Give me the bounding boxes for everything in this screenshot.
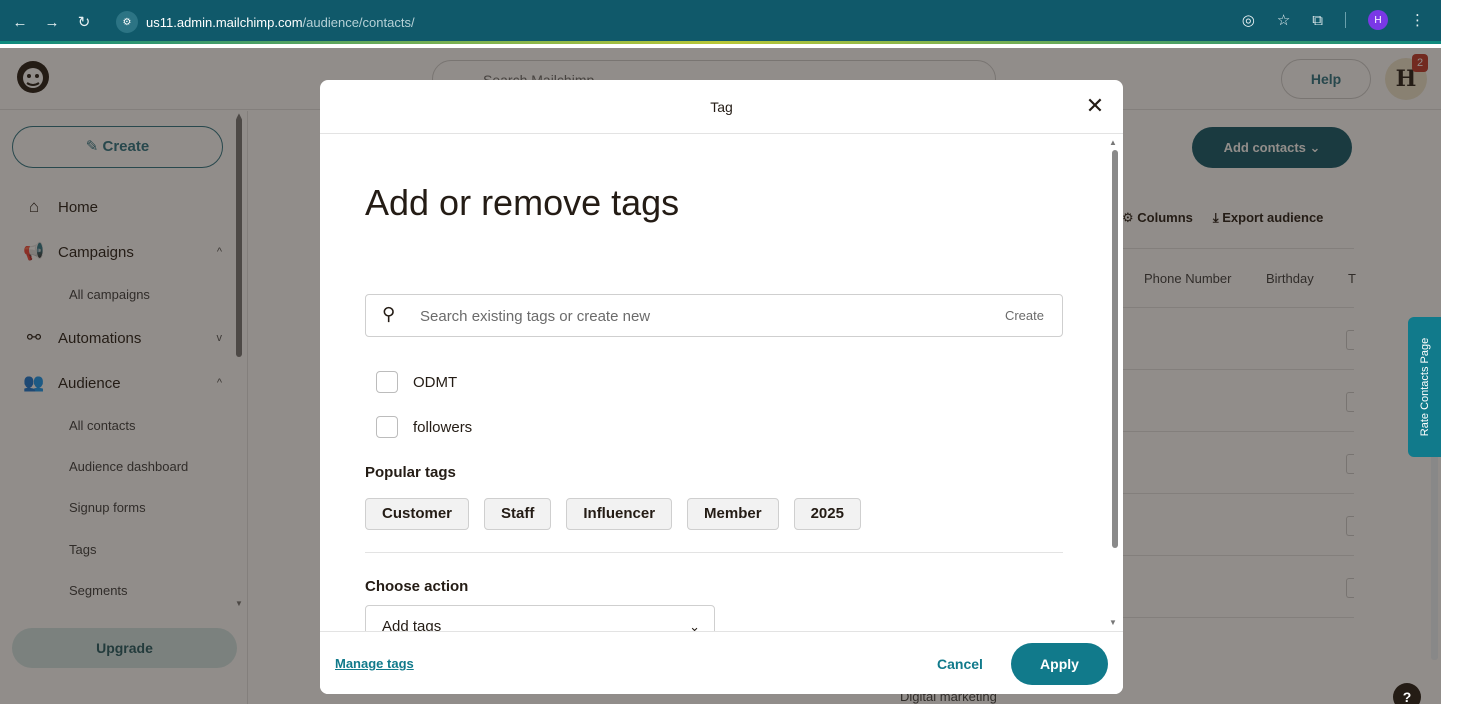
tag-chip[interactable]: Staff: [484, 498, 552, 530]
rate-contacts-page-tab[interactable]: Rate Contacts Page: [1408, 317, 1441, 457]
forward-icon[interactable]: →: [40, 14, 64, 31]
choose-action-label: Choose action: [365, 578, 469, 595]
modal-footer: Manage tags Cancel Apply: [320, 631, 1123, 694]
help-float-button[interactable]: ?: [1393, 683, 1421, 704]
tag-option-label: ODMT: [413, 373, 458, 391]
popular-tags-list: Customer Staff Influencer Member 2025: [365, 498, 861, 530]
tag-option[interactable]: ODMT: [376, 371, 457, 393]
address-bar[interactable]: ⚙ us11.admin.mailchimp.com/audience/cont…: [114, 8, 1304, 36]
create-tag-link[interactable]: Create: [1005, 308, 1044, 323]
tag-chip[interactable]: Influencer: [566, 498, 673, 530]
tag-chip[interactable]: Member: [687, 498, 779, 530]
section-divider: [365, 552, 1063, 553]
tag-option[interactable]: followers: [376, 416, 472, 438]
back-icon[interactable]: ←: [8, 14, 32, 31]
tag-search-field[interactable]: ⚲ Create: [365, 294, 1063, 337]
close-icon[interactable]: ✕: [1083, 94, 1107, 118]
scroll-up-arrow-icon[interactable]: ▲: [1109, 138, 1117, 147]
profile-avatar[interactable]: H: [1368, 10, 1388, 30]
extensions-icon[interactable]: ⧉: [1312, 12, 1323, 29]
checkbox[interactable]: [376, 416, 398, 438]
site-info-icon[interactable]: ⚙: [116, 11, 138, 33]
cancel-button[interactable]: Cancel: [937, 656, 983, 672]
right-gutter: [1441, 0, 1466, 704]
url-path: /audience/contacts/: [302, 14, 415, 30]
tag-modal: Tag ✕ Add or remove tags ⚲ Create ODMT f…: [320, 80, 1123, 694]
scroll-down-arrow-icon[interactable]: ▼: [1109, 618, 1117, 627]
tag-chip[interactable]: Customer: [365, 498, 470, 530]
rate-tab-label: Rate Contacts Page: [1418, 337, 1431, 437]
kebab-menu-icon[interactable]: ⋮: [1410, 11, 1425, 29]
apply-button[interactable]: Apply: [1011, 643, 1108, 685]
popular-tags-label: Popular tags: [365, 464, 456, 481]
eye-off-icon[interactable]: ◎: [1242, 11, 1255, 29]
search-icon: ⚲: [382, 304, 396, 324]
modal-header: Tag ✕: [320, 80, 1123, 134]
checkbox[interactable]: [376, 371, 398, 393]
modal-title: Tag: [710, 99, 733, 115]
tag-option-label: followers: [413, 418, 473, 436]
url-host: us11.admin.mailchimp.com: [146, 14, 303, 30]
manage-tags-link[interactable]: Manage tags: [335, 656, 414, 671]
star-icon[interactable]: ☆: [1277, 11, 1290, 29]
page-scrollbar[interactable]: [1431, 440, 1438, 660]
tag-search-input[interactable]: [420, 305, 980, 327]
reload-icon[interactable]: ↻: [72, 13, 96, 31]
toolbar-divider: [1345, 12, 1346, 28]
browser-toolbar: ← → ↻ ⚙ us11.admin.mailchimp.com/audienc…: [0, 0, 1441, 44]
modal-body: Add or remove tags ⚲ Create ODMT followe…: [320, 134, 1123, 648]
modal-heading: Add or remove tags: [365, 182, 680, 223]
modal-scrollbar[interactable]: [1112, 150, 1118, 548]
tag-chip[interactable]: 2025: [793, 498, 861, 530]
